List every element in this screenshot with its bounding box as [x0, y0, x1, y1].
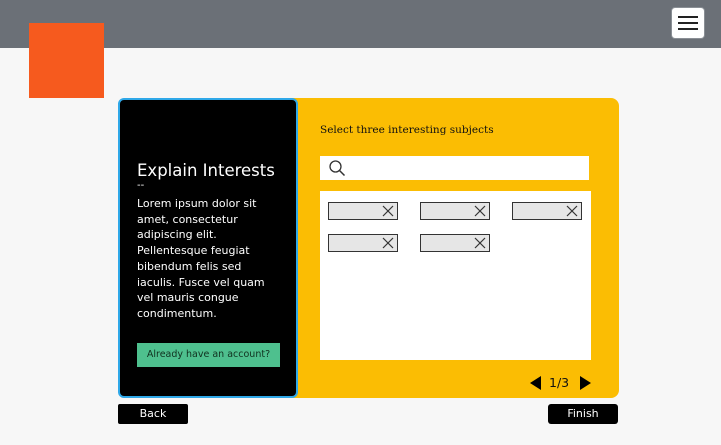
subject-chip[interactable]	[420, 202, 490, 220]
previous-page-icon[interactable]	[530, 376, 541, 390]
page-indicator: 1/3	[549, 375, 570, 390]
intro-body: Lorem ipsum dolor sit amet, consectetur …	[137, 197, 265, 320]
pagination: 1/3	[529, 374, 593, 392]
logo	[29, 23, 104, 98]
close-icon[interactable]	[473, 236, 487, 250]
intro-title: Explain Interests	[137, 161, 275, 180]
close-icon[interactable]	[381, 236, 395, 250]
already-have-account-button[interactable]: Already have an account?	[137, 343, 280, 367]
hamburger-menu-icon	[678, 28, 698, 30]
subject-chip[interactable]	[328, 202, 398, 220]
search-input[interactable]	[352, 156, 588, 182]
close-icon[interactable]	[473, 204, 487, 218]
subject-chip[interactable]	[328, 234, 398, 252]
subject-chip[interactable]	[420, 234, 490, 252]
close-icon[interactable]	[381, 204, 395, 218]
top-bar	[0, 0, 721, 48]
hamburger-menu-icon	[678, 16, 698, 18]
hamburger-menu-icon	[678, 22, 698, 24]
subject-chip[interactable]	[512, 202, 582, 220]
selected-subjects-area	[320, 191, 591, 360]
intro-dash: --	[137, 180, 145, 191]
close-icon[interactable]	[565, 204, 579, 218]
next-page-icon[interactable]	[580, 376, 591, 390]
finish-button[interactable]: Finish	[548, 404, 618, 424]
search-box[interactable]	[320, 156, 589, 182]
select-subjects-label: Select three interesting subjects	[320, 124, 494, 136]
search-icon	[329, 160, 346, 177]
menu-button[interactable]	[671, 7, 705, 39]
back-button[interactable]: Back	[118, 404, 188, 424]
intro-panel: Explain Interests -- Lorem ipsum dolor s…	[118, 98, 298, 398]
